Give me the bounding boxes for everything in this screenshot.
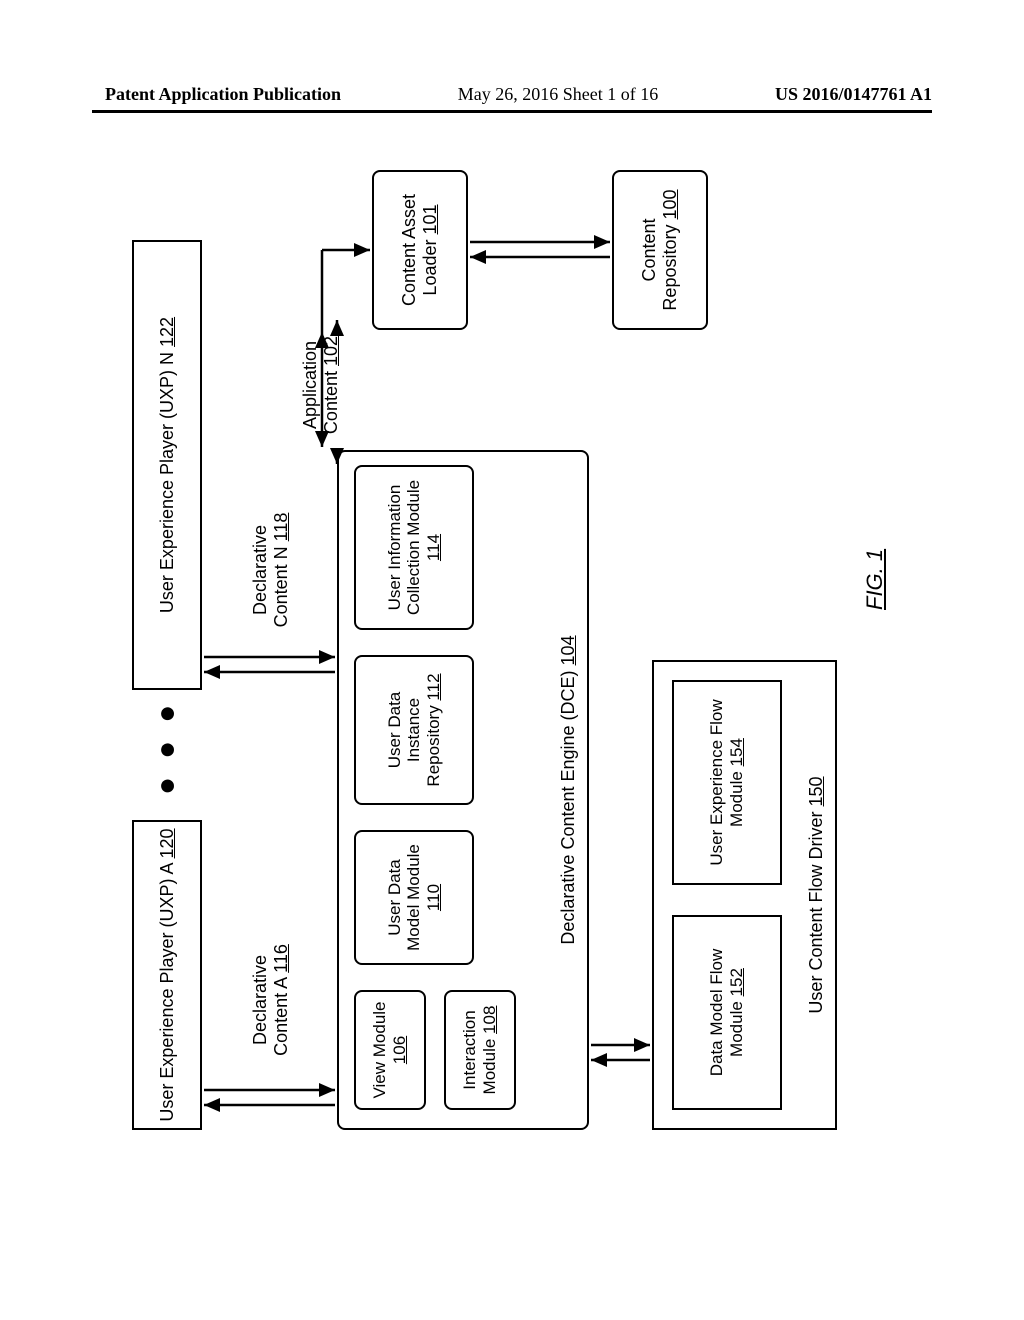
arrows-appcontent	[122, 160, 902, 1150]
figure-canvas: User Experience Player (UXP) A 120 ●●● U…	[122, 160, 902, 1150]
page-header: Patent Application Publication May 26, 2…	[0, 84, 1024, 105]
header-center: May 26, 2016 Sheet 1 of 16	[458, 84, 658, 105]
header-right: US 2016/0147761 A1	[775, 84, 932, 105]
header-left: Patent Application Publication	[105, 84, 341, 105]
figure-1: User Experience Player (UXP) A 120 ●●● U…	[122, 160, 902, 1150]
header-rule	[92, 110, 932, 113]
